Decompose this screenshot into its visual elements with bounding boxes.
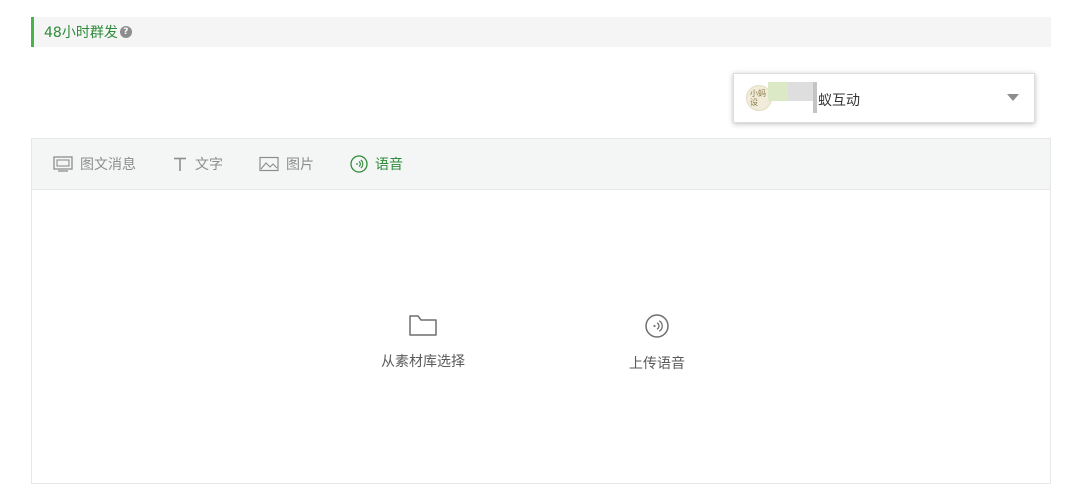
select-from-library-button[interactable]: 从素材库选择 xyxy=(381,313,465,371)
text-icon xyxy=(172,156,188,172)
voice-icon xyxy=(350,155,368,173)
folder-icon xyxy=(408,313,438,341)
account-name: 蚁互动 xyxy=(818,93,860,109)
redaction-block xyxy=(768,82,788,101)
tab-image[interactable]: 图片 xyxy=(259,154,314,174)
message-editor: 图文消息 文字 图片 语音 从素材库选择 上传语音 xyxy=(31,138,1051,484)
help-icon[interactable]: ? xyxy=(119,26,132,38)
section-title: 48小时群发 xyxy=(44,25,118,41)
tab-label: 图文消息 xyxy=(80,157,136,173)
tab-label: 文字 xyxy=(195,157,223,173)
upload-voice-button[interactable]: 上传语音 xyxy=(629,313,685,373)
chevron-down-icon[interactable] xyxy=(1007,94,1019,101)
news-icon xyxy=(53,156,73,172)
choice-label: 从素材库选择 xyxy=(381,354,465,370)
tab-label: 语音 xyxy=(375,157,403,173)
tab-voice[interactable]: 语音 xyxy=(350,154,403,174)
redaction-block xyxy=(813,82,817,113)
choice-label: 上传语音 xyxy=(629,356,685,372)
avatar-text: 小蚂 设 xyxy=(750,89,766,107)
voice-icon xyxy=(644,313,670,343)
tab-text[interactable]: 文字 xyxy=(172,154,223,174)
tab-bar: 图文消息 文字 图片 语音 xyxy=(32,139,1050,190)
tab-news[interactable]: 图文消息 xyxy=(53,154,136,174)
section-header: 48小时群发 ? xyxy=(31,17,1051,47)
tab-label: 图片 xyxy=(286,157,314,173)
image-icon xyxy=(259,156,279,172)
